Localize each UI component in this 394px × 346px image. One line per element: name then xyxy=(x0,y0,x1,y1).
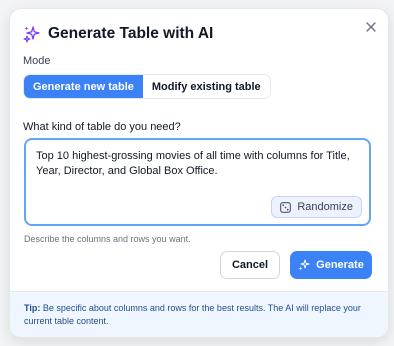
prompt-label: What kind of table do you need? xyxy=(23,121,181,133)
close-icon[interactable] xyxy=(366,22,376,32)
generate-button[interactable]: Generate xyxy=(290,251,372,279)
mode-label: Mode xyxy=(23,55,51,67)
randomize-button[interactable]: Randomize xyxy=(271,196,362,218)
tip-panel: Tip: Be specific about columns and rows … xyxy=(10,291,388,337)
close-button[interactable] xyxy=(362,18,380,36)
cancel-button[interactable]: Cancel xyxy=(220,251,280,279)
dialog-title: Generate Table with AI xyxy=(48,25,214,42)
prompt-container: Top 10 highest-grossing movies of all ti… xyxy=(24,138,371,226)
sparkles-icon xyxy=(298,259,310,271)
dice-icon xyxy=(280,201,292,213)
mode-toggle: Generate new table Modify existing table xyxy=(23,74,271,99)
tip-prefix: Tip: xyxy=(24,303,41,313)
generate-table-dialog: Generate Table with AI Mode Generate new… xyxy=(9,8,389,338)
mode-modify-existing-button[interactable]: Modify existing table xyxy=(142,75,270,98)
generate-label: Generate xyxy=(316,259,364,271)
tip-text: Be specific about columns and rows for t… xyxy=(24,303,361,326)
prompt-hint: Describe the columns and rows you want. xyxy=(24,234,191,244)
mode-generate-new-button[interactable]: Generate new table xyxy=(24,75,143,98)
randomize-label: Randomize xyxy=(297,201,353,213)
sparkles-icon xyxy=(23,26,40,43)
dialog-header: Generate Table with AI xyxy=(23,24,213,44)
